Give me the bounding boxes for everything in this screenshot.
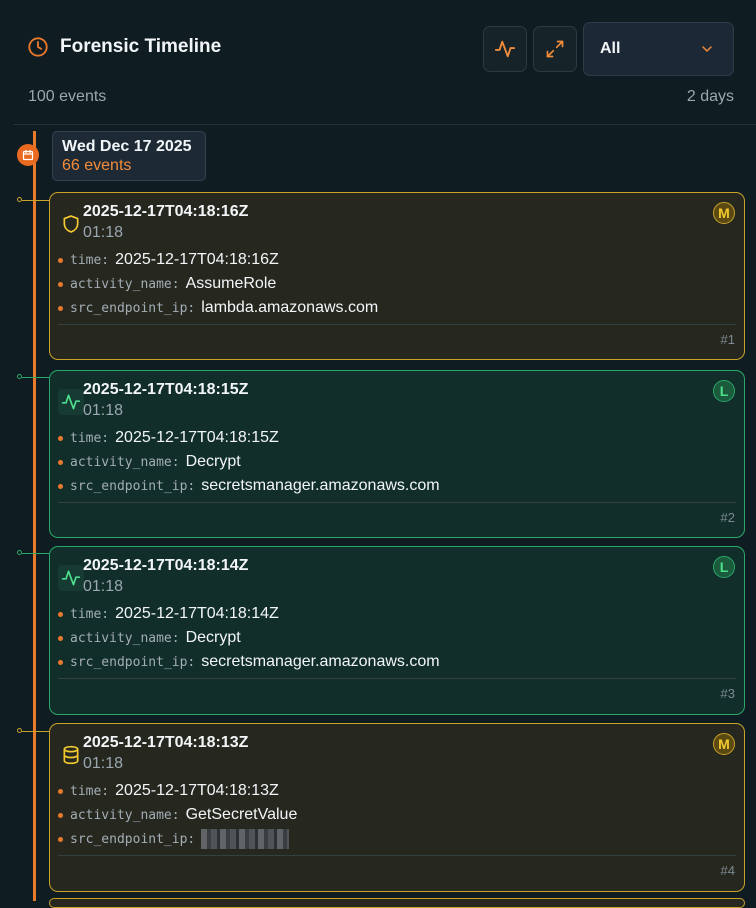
- field-key: activity_name:: [70, 276, 180, 292]
- event-time: 01:18: [83, 755, 124, 772]
- field-key: src_endpoint_ip:: [70, 831, 196, 847]
- date-event-count: 66 events: [62, 157, 132, 174]
- field-value: Decrypt: [185, 453, 241, 470]
- field-key: src_endpoint_ip:: [70, 300, 196, 316]
- redacted-value: [201, 829, 290, 849]
- field-value: secretsmanager.amazonaws.com: [201, 653, 440, 670]
- card-divider: [58, 502, 736, 503]
- shield-icon: [58, 211, 84, 237]
- event-timestamp: 2025-12-17T04:18:13Z: [83, 734, 249, 751]
- field-row: time: 2025-12-17T04:18:16Z: [58, 248, 736, 272]
- event-time: 01:18: [83, 402, 124, 419]
- severity-badge: M: [713, 202, 735, 224]
- field-row: src_endpoint_ip:: [58, 827, 736, 851]
- activity-icon: [58, 389, 84, 415]
- event-number: #2: [720, 510, 735, 525]
- severity-badge: L: [713, 380, 735, 402]
- time-span: 2 days: [686, 88, 734, 105]
- field-row: time: 2025-12-17T04:18:13Z: [58, 779, 736, 803]
- date-group-header[interactable]: Wed Dec 17 2025 66 events: [52, 131, 206, 181]
- field-value: AssumeRole: [185, 275, 277, 292]
- timeline-header: Forensic Timeline All 100 events 2 days: [0, 0, 756, 124]
- toolbar: All: [483, 22, 734, 76]
- severity-filter-select[interactable]: All: [583, 22, 734, 76]
- field-row: activity_name: AssumeRole: [58, 272, 736, 296]
- event-timestamp: 2025-12-17T04:18:16Z: [83, 203, 249, 220]
- field-row: time: 2025-12-17T04:18:15Z: [58, 426, 736, 450]
- event-card[interactable]: 2025-12-17T04:18:15Z 01:18 L time: 2025-1…: [49, 370, 745, 538]
- page-title: Forensic Timeline: [60, 36, 222, 57]
- calendar-icon: [17, 144, 39, 166]
- field-row: src_endpoint_ip: lambda.amazonaws.com: [58, 296, 736, 320]
- event-card[interactable]: 2025-12-17T04:18:14Z 01:18 L time: 2025-1…: [49, 546, 745, 715]
- field-value: 2025-12-17T04:18:16Z: [115, 251, 279, 268]
- field-row: activity_name: GetSecretValue: [58, 803, 736, 827]
- field-row: activity_name: Decrypt: [58, 626, 736, 650]
- field-value: 2025-12-17T04:18:13Z: [115, 782, 279, 799]
- filter-value: All: [600, 40, 621, 57]
- expand-button[interactable]: [533, 26, 577, 72]
- event-connector: [17, 374, 49, 379]
- field-value: 2025-12-17T04:18:14Z: [115, 605, 279, 622]
- clock-icon: [28, 37, 48, 57]
- database-icon: [58, 742, 84, 768]
- event-connector: [17, 728, 49, 733]
- field-value: lambda.amazonaws.com: [201, 299, 379, 316]
- event-card[interactable]: 2025-12-17T04:18:13Z 01:18 M time: 2025-1…: [49, 723, 745, 892]
- field-value: Decrypt: [185, 629, 241, 646]
- event-card[interactable]: 2025-12-17T04:18:16Z 01:18 M time: 2025-1…: [49, 192, 745, 360]
- field-row: src_endpoint_ip: secretsmanager.amazonaws…: [58, 650, 736, 674]
- event-time: 01:18: [83, 224, 124, 241]
- activity-view-button[interactable]: [483, 26, 527, 72]
- field-key: src_endpoint_ip:: [70, 478, 196, 494]
- severity-badge: L: [713, 556, 735, 578]
- severity-badge: M: [713, 733, 735, 755]
- date-label: Wed Dec 17 2025: [62, 138, 192, 155]
- field-row: activity_name: Decrypt: [58, 450, 736, 474]
- title-group: Forensic Timeline: [27, 36, 221, 58]
- field-key: src_endpoint_ip:: [70, 654, 196, 670]
- field-key: activity_name:: [70, 630, 180, 646]
- event-number: #3: [720, 686, 735, 701]
- field-key: activity_name:: [70, 807, 180, 823]
- field-key: time:: [70, 252, 110, 268]
- maximize-icon: [546, 40, 564, 58]
- event-timestamp: 2025-12-17T04:18:14Z: [83, 557, 249, 574]
- event-time: 01:18: [83, 578, 124, 595]
- event-timestamp: 2025-12-17T04:18:15Z: [83, 381, 249, 398]
- event-connector: [17, 550, 49, 555]
- divider: [13, 124, 756, 125]
- field-value: 2025-12-17T04:18:15Z: [115, 429, 279, 446]
- event-number: #1: [720, 332, 735, 347]
- field-key: activity_name:: [70, 454, 180, 470]
- field-row: src_endpoint_ip: secretsmanager.amazonaws…: [58, 474, 736, 498]
- event-fields: time: 2025-12-17T04:18:15Z activity_name:…: [58, 426, 736, 498]
- activity-icon: [58, 565, 84, 591]
- card-divider: [58, 678, 736, 679]
- activity-icon: [494, 40, 516, 58]
- timeline-stats: 100 events 2 days: [28, 88, 734, 106]
- event-fields: time: 2025-12-17T04:18:13Z activity_name:…: [58, 779, 736, 851]
- card-divider: [58, 855, 736, 856]
- event-card[interactable]: [49, 898, 745, 908]
- card-divider: [58, 324, 736, 325]
- event-fields: time: 2025-12-17T04:18:16Z activity_name:…: [58, 248, 736, 320]
- field-key: time:: [70, 430, 110, 446]
- event-count: 100 events: [28, 88, 107, 105]
- field-value: secretsmanager.amazonaws.com: [201, 477, 440, 494]
- event-connector: [17, 197, 49, 202]
- event-number: #4: [720, 863, 735, 878]
- chevron-down-icon: [702, 46, 712, 52]
- field-key: time:: [70, 606, 110, 622]
- field-key: time:: [70, 783, 110, 799]
- field-row: time: 2025-12-17T04:18:14Z: [58, 602, 736, 626]
- event-fields: time: 2025-12-17T04:18:14Z activity_name:…: [58, 602, 736, 674]
- timeline-axis: [33, 131, 36, 901]
- field-value: GetSecretValue: [185, 806, 298, 823]
